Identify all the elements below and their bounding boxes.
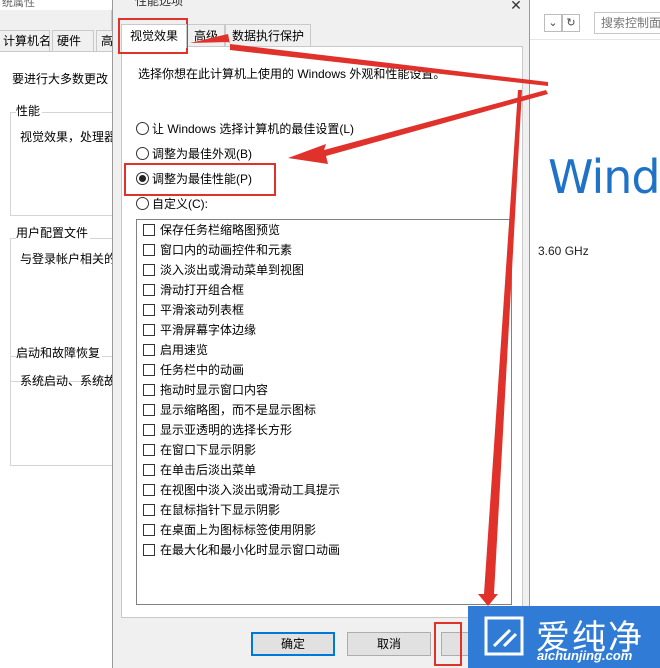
system-properties-window: 统属性 计算机名 硬件 高 要进行大多数更改 性能 视觉效果，处理器 用户配置文… xyxy=(0,0,116,604)
list-item[interactable]: 在窗口下显示阴影 xyxy=(143,440,256,460)
list-item[interactable]: 在最大化和最小化时显示窗口动画 xyxy=(143,540,340,560)
checkbox[interactable] xyxy=(143,384,155,396)
list-item[interactable]: 任务栏中的动画 xyxy=(143,360,244,380)
radio-circle xyxy=(136,147,149,160)
tab-computer-name[interactable]: 计算机名 xyxy=(0,30,51,52)
user-profiles-group-text: 与登录帐户相关的 xyxy=(20,252,117,266)
option-label: 保存任务栏缩略图预览 xyxy=(160,223,281,237)
intro-text: 要进行大多数更改 xyxy=(12,72,109,86)
option-label: 在单击后淡出菜单 xyxy=(160,463,257,477)
checkbox[interactable] xyxy=(143,304,155,316)
checkbox[interactable] xyxy=(143,524,155,536)
option-label: 在鼠标指针下显示阴影 xyxy=(160,503,281,517)
tab-data-execution-prevention[interactable]: 数据执行保护 xyxy=(225,24,311,47)
list-item[interactable]: 在鼠标指针下显示阴影 xyxy=(143,500,280,520)
checkbox[interactable] xyxy=(143,264,155,276)
system-properties-panel: 要进行大多数更改 性能 视觉效果，处理器 用户配置文件 与登录帐户相关的 启动和… xyxy=(0,51,116,604)
checkbox[interactable] xyxy=(143,404,155,416)
radio-best-appearance[interactable]: 调整为最佳外观(B) xyxy=(136,146,252,162)
option-label: 显示亚透明的选择长方形 xyxy=(160,423,293,437)
option-label: 任务栏中的动画 xyxy=(160,363,245,377)
list-item[interactable]: 淡入淡出或滑动菜单到视图 xyxy=(143,260,304,280)
option-label: 在窗口下显示阴影 xyxy=(160,443,257,457)
system-properties-title: 统属性 xyxy=(0,0,112,10)
tab-visual-effects[interactable]: 视觉效果 xyxy=(121,24,187,48)
checkbox[interactable] xyxy=(143,364,155,376)
radio-label: 调整为最佳外观(B) xyxy=(152,147,252,161)
dropdown-button[interactable]: ⌄ xyxy=(544,14,562,32)
tab-hardware[interactable]: 硬件 xyxy=(52,30,94,52)
list-item[interactable]: 在视图中淡入淡出或滑动工具提示 xyxy=(143,480,340,500)
system-properties-tabs: 计算机名 硬件 高 xyxy=(0,30,116,52)
watermark-url: aichunjing.com xyxy=(537,648,633,663)
option-label: 滑动打开组合框 xyxy=(160,283,245,297)
list-item[interactable]: 在桌面上为图标标签使用阴影 xyxy=(143,520,316,540)
option-label: 启用速览 xyxy=(160,343,209,357)
radio-label: 让 Windows 选择计算机的最佳设置(L) xyxy=(152,122,355,136)
startup-recovery-group-title: 启动和故障恢复 xyxy=(16,344,103,361)
watermark-icon xyxy=(484,616,524,656)
address-toolbar: ⌄ ↻ 搜索控制面 xyxy=(530,0,660,40)
radio-custom[interactable]: 自定义(C): xyxy=(136,196,208,212)
system-window: ⌄ ↻ 搜索控制面 Wind 3.60 GHz xyxy=(530,0,660,604)
list-item[interactable]: 平滑滚动列表框 xyxy=(143,300,244,320)
performance-options-dialog: 性能选项 ✕ 视觉效果 高级 数据执行保护 选择你想在此计算机上使用的 Wind… xyxy=(112,0,530,668)
checkbox[interactable] xyxy=(143,284,155,296)
performance-group-title: 性能 xyxy=(16,102,43,119)
list-item[interactable]: 启用速览 xyxy=(143,340,208,360)
highlight-apply-button xyxy=(434,622,462,666)
highlight-best-performance xyxy=(124,163,276,196)
option-label: 在最大化和最小化时显示窗口动画 xyxy=(160,543,341,557)
option-label: 在视图中淡入淡出或滑动工具提示 xyxy=(160,483,341,497)
visual-effects-panel: 选择你想在此计算机上使用的 Windows 外观和性能设置。 让 Windows… xyxy=(121,46,523,618)
radio-label: 自定义(C): xyxy=(152,197,208,211)
option-label: 淡入淡出或滑动菜单到视图 xyxy=(160,263,305,277)
startup-recovery-group-text: 系统启动、系统故 xyxy=(20,374,117,388)
checkbox[interactable] xyxy=(143,324,155,336)
list-item[interactable]: 拖动时显示窗口内容 xyxy=(143,380,268,400)
checkbox[interactable] xyxy=(143,444,155,456)
list-item[interactable]: 显示亚透明的选择长方形 xyxy=(143,420,292,440)
radio-circle xyxy=(136,122,149,135)
option-label: 平滑屏幕字体边缘 xyxy=(160,323,257,337)
option-label: 显示缩略图，而不是显示图标 xyxy=(160,403,317,417)
option-label: 窗口内的动画控件和元素 xyxy=(160,243,293,257)
cancel-button[interactable]: 取消 xyxy=(347,632,431,656)
refresh-icon[interactable]: ↻ xyxy=(562,14,580,32)
cpu-speed: 3.60 GHz xyxy=(538,244,589,258)
tab-advanced[interactable]: 高级 xyxy=(187,24,225,47)
checkbox[interactable] xyxy=(143,484,155,496)
windows-logo-text: Wind xyxy=(548,150,660,204)
close-icon[interactable]: ✕ xyxy=(501,0,531,14)
checkbox[interactable] xyxy=(143,244,155,256)
checkbox[interactable] xyxy=(143,224,155,236)
list-item[interactable]: 显示缩略图，而不是显示图标 xyxy=(143,400,316,420)
search-input[interactable]: 搜索控制面 xyxy=(594,12,660,34)
user-profiles-group-title: 用户配置文件 xyxy=(16,224,91,241)
list-item[interactable]: 滑动打开组合框 xyxy=(143,280,244,300)
checkbox[interactable] xyxy=(143,344,155,356)
radio-circle xyxy=(136,197,149,210)
ok-button[interactable]: 确定 xyxy=(251,632,335,656)
option-label: 在桌面上为图标标签使用阴影 xyxy=(160,523,317,537)
visual-effects-list[interactable]: 保存任务栏缩略图预览 窗口内的动画控件和元素 淡入淡出或滑动菜单到视图 滑动打开… xyxy=(136,219,512,605)
checkbox[interactable] xyxy=(143,504,155,516)
list-item[interactable]: 在单击后淡出菜单 xyxy=(143,460,256,480)
list-item[interactable]: 保存任务栏缩略图预览 xyxy=(143,220,280,240)
panel-description: 选择你想在此计算机上使用的 Windows 外观和性能设置。 xyxy=(138,67,446,81)
option-label: 平滑滚动列表框 xyxy=(160,303,245,317)
option-label: 拖动时显示窗口内容 xyxy=(160,383,269,397)
checkbox[interactable] xyxy=(143,464,155,476)
performance-group-text: 视觉效果，处理器 xyxy=(20,130,117,144)
checkbox[interactable] xyxy=(143,424,155,436)
checkbox[interactable] xyxy=(143,544,155,556)
list-item[interactable]: 窗口内的动画控件和元素 xyxy=(143,240,292,260)
list-item[interactable]: 平滑屏幕字体边缘 xyxy=(143,320,256,340)
radio-let-windows-choose[interactable]: 让 Windows 选择计算机的最佳设置(L) xyxy=(136,121,354,137)
dialog-title: 性能选项 xyxy=(135,0,184,8)
